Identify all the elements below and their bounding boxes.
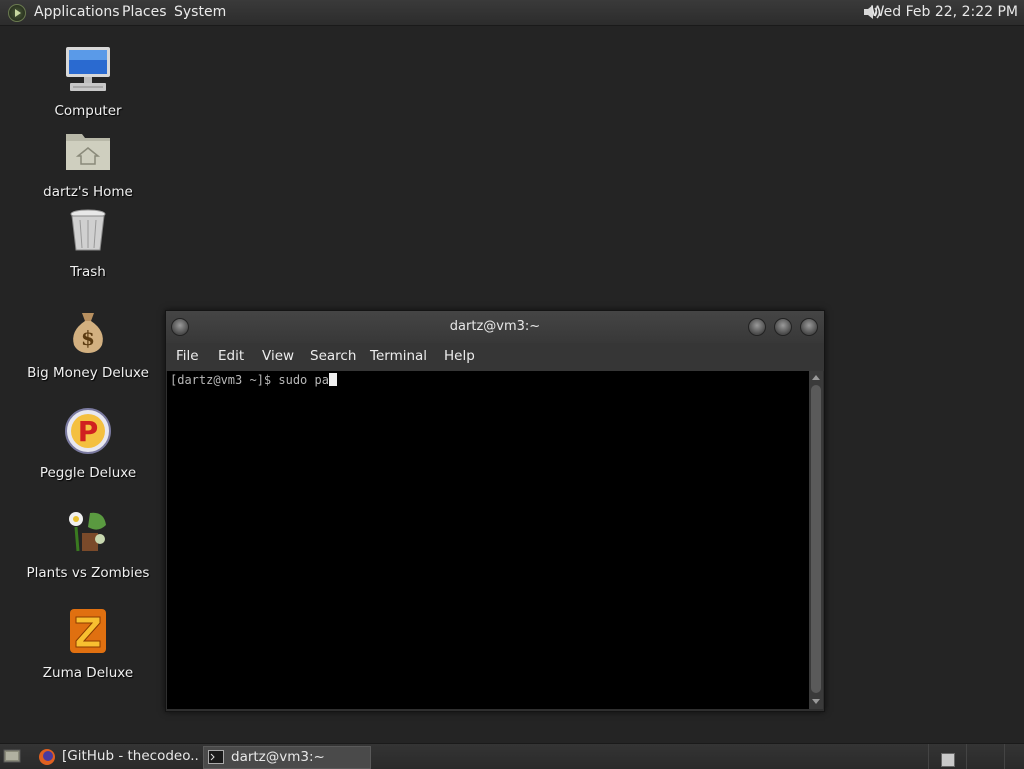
top-panel: Applications Places System Wed Feb 22, 2… — [0, 0, 1024, 26]
money-bag-icon: $ — [73, 313, 103, 353]
desktop-icon-big-money[interactable]: $ Big Money Deluxe — [13, 307, 163, 381]
minimize-button[interactable] — [748, 318, 766, 336]
desktop-icon-label: Big Money Deluxe — [27, 365, 149, 381]
terminal-prompt-line: [dartz@vm3 ~]$ sudo pa — [170, 373, 337, 387]
svg-text:P: P — [78, 415, 99, 448]
desktop-icon-label: dartz's Home — [43, 184, 133, 200]
desktop-icon-zuma[interactable]: Zuma Deluxe — [13, 607, 163, 681]
terminal-menubar: File Edit View Search Terminal Help — [166, 343, 824, 371]
firefox-icon — [39, 749, 55, 765]
applications-menu[interactable]: Applications — [34, 4, 120, 20]
show-desktop-icon[interactable] — [3, 748, 21, 764]
text-cursor — [328, 373, 337, 386]
taskbar-item-label: dartz@vm3:~ — [231, 749, 325, 765]
clock[interactable]: Wed Feb 22, 2:22 PM — [871, 4, 1018, 20]
places-menu[interactable]: Places — [122, 4, 167, 20]
bottom-panel: [GitHub - thecodeo... dartz@vm3:~ — [0, 743, 1024, 769]
workspace-1[interactable] — [928, 744, 967, 769]
desktop-icon-peggle[interactable]: P Peggle Deluxe — [13, 407, 163, 481]
taskbar-item-terminal[interactable]: dartz@vm3:~ — [203, 746, 371, 769]
menu-help[interactable]: Help — [444, 348, 475, 364]
desktop-icon-label: Plants vs Zombies — [26, 565, 150, 581]
close-button[interactable] — [800, 318, 818, 336]
desktop-icon-label: Peggle Deluxe — [39, 465, 137, 481]
desktop-icon-label: Trash — [70, 264, 106, 280]
applications-menu-icon[interactable] — [8, 4, 26, 22]
menu-edit[interactable]: Edit — [218, 348, 244, 364]
maximize-button[interactable] — [774, 318, 792, 336]
desktop-icon-home[interactable]: dartz's Home — [13, 126, 163, 200]
scrollbar-thumb[interactable] — [811, 385, 821, 693]
taskbar-item-firefox[interactable]: [GitHub - thecodeo... — [38, 746, 198, 767]
scroll-down-arrow-icon[interactable] — [812, 699, 820, 704]
terminal-icon — [208, 750, 224, 764]
terminal-scrollbar[interactable] — [809, 371, 823, 709]
peggle-icon: P — [65, 408, 111, 454]
plants-zombies-icon — [69, 512, 106, 552]
zuma-icon — [70, 609, 106, 653]
prompt-text: [dartz@vm3 ~]$ sudo pa — [170, 373, 329, 387]
menu-view[interactable]: View — [262, 348, 294, 364]
trash-icon — [70, 209, 106, 251]
system-menu[interactable]: System — [174, 4, 226, 20]
window-menu-button[interactable] — [171, 318, 189, 336]
scroll-up-arrow-icon[interactable] — [812, 375, 820, 380]
desktop-icon-label: Zuma Deluxe — [42, 665, 134, 681]
terminal-screen[interactable]: [dartz@vm3 ~]$ sudo pa — [167, 371, 809, 709]
workspace-window-thumb — [941, 753, 955, 767]
desktop-icon-plants-zombies[interactable]: Plants vs Zombies — [13, 507, 163, 581]
home-folder-icon — [66, 134, 110, 170]
terminal-titlebar[interactable]: dartz@vm3:~ — [166, 311, 824, 343]
terminal-window[interactable]: dartz@vm3:~ File Edit View Search Termin… — [165, 310, 825, 712]
desktop-icon-computer[interactable]: Computer — [13, 45, 163, 119]
taskbar-item-label: [GitHub - thecodeo... — [62, 748, 198, 764]
desktop-icon-trash[interactable]: Trash — [13, 206, 163, 280]
computer-icon — [66, 47, 110, 91]
svg-text:$: $ — [81, 326, 95, 350]
window-title: dartz@vm3:~ — [449, 319, 541, 334]
workspace-3[interactable] — [1004, 744, 1024, 769]
menu-terminal[interactable]: Terminal — [370, 348, 427, 364]
workspace-2[interactable] — [966, 744, 1005, 769]
menu-search[interactable]: Search — [310, 348, 356, 364]
menu-file[interactable]: File — [176, 348, 199, 364]
desktop-icon-label: Computer — [54, 103, 122, 119]
